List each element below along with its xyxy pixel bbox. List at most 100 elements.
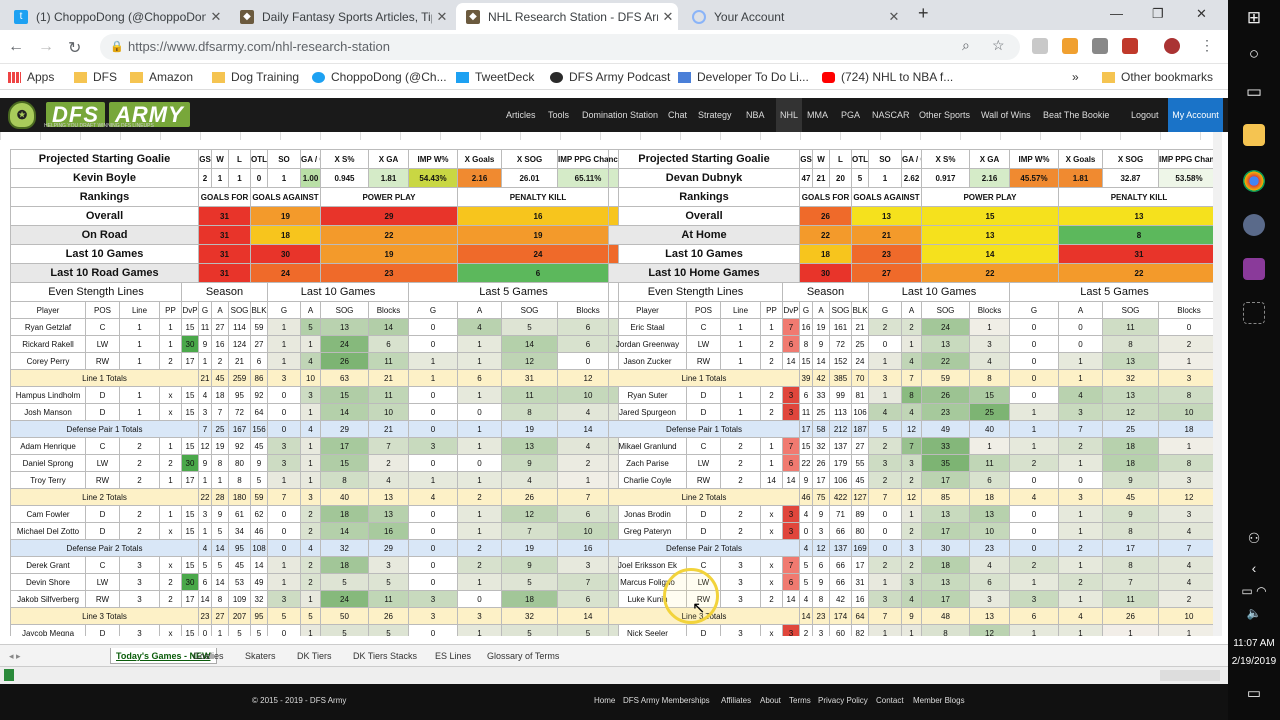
windows-start-icon[interactable]: ⊞ — [1228, 8, 1280, 28]
people-icon[interactable]: ⚇ — [1228, 530, 1280, 547]
volume-icon[interactable]: 🔈 — [1228, 606, 1280, 620]
player-stat: 18 — [1102, 454, 1159, 472]
file-explorer-icon[interactable] — [1243, 124, 1265, 146]
footer-link[interactable]: About — [760, 696, 781, 705]
clock-time[interactable]: 11:07 AM — [1228, 638, 1280, 649]
nav-9[interactable]: NASCAR — [872, 110, 910, 120]
player-stat: 2 — [1009, 556, 1059, 574]
bookmark-link[interactable]: (724) NHL to NBA f... — [822, 70, 953, 84]
footer-link[interactable]: Member Blogs — [913, 696, 965, 705]
nav-1[interactable]: Tools — [548, 110, 569, 120]
totals-stat: 1 — [1009, 420, 1059, 438]
task-view-icon[interactable]: ▭ — [1228, 82, 1280, 102]
bookmark-link[interactable]: DFS Army Podcast — [550, 70, 670, 84]
bookmark-other[interactable]: Other bookmarks — [1102, 70, 1213, 84]
window-close-button[interactable]: ✕ — [1196, 6, 1207, 22]
network-icon[interactable]: ▭ ◠ — [1228, 584, 1280, 598]
close-icon[interactable]: ✕ — [884, 9, 904, 25]
player-stat: 6 — [782, 335, 800, 353]
close-icon[interactable]: ✕ — [658, 9, 678, 25]
player-stat: 6 — [198, 573, 212, 591]
tab-your-account[interactable]: Your Account ✕ — [682, 3, 904, 30]
nav-7[interactable]: MMA — [807, 110, 828, 120]
extension-icon[interactable] — [1092, 38, 1108, 54]
close-icon[interactable]: ✕ — [432, 9, 452, 25]
address-bar[interactable]: 🔒 https://www.dfsarmy.com/nhl-research-s… — [100, 34, 1020, 60]
bookmark-star-icon[interactable]: ☆ — [992, 37, 1005, 54]
show-hidden-icons[interactable]: ‹ — [1228, 560, 1280, 576]
sheet-nav-icon[interactable]: ◂ ▸ — [4, 648, 26, 664]
player-stat: 1 — [300, 437, 321, 455]
scrollbar[interactable] — [1213, 132, 1222, 636]
rank-value: 13 — [851, 206, 922, 226]
nav-12[interactable]: Beat The Bookie — [1043, 110, 1109, 120]
bookmark-folder[interactable]: Amazon — [130, 70, 193, 84]
close-icon[interactable]: ✕ — [206, 9, 226, 25]
nav-2[interactable]: Domination Station — [582, 110, 658, 120]
bookmark-apps[interactable]: Apps — [8, 70, 54, 84]
bookmarks-overflow-icon[interactable]: » — [1072, 70, 1079, 84]
nav-5[interactable]: NBA — [746, 110, 765, 120]
snipping-icon[interactable] — [1243, 302, 1265, 324]
slack-icon[interactable] — [1243, 258, 1265, 280]
bookmark-folder[interactable]: Dog Training — [212, 70, 299, 84]
bookmark-link[interactable]: TweetDeck — [456, 70, 534, 84]
app-icon[interactable] — [1243, 214, 1265, 236]
nav-13[interactable]: Logout — [1131, 110, 1159, 120]
footer-link[interactable]: Contact — [876, 696, 904, 705]
bookmark-folder[interactable]: DFS — [74, 70, 117, 84]
player-stat: 4 — [1158, 522, 1220, 540]
footer-link[interactable]: Terms — [789, 696, 811, 705]
back-icon[interactable]: ← — [8, 38, 24, 56]
footer-link[interactable]: Affiliates — [721, 696, 751, 705]
extension-icon[interactable] — [1062, 38, 1078, 54]
view-controls[interactable] — [1160, 670, 1220, 681]
totals-stat: 4 — [300, 420, 321, 438]
nav-4[interactable]: Strategy — [698, 110, 732, 120]
sheet-tab[interactable]: Skaters — [240, 648, 281, 664]
sheet-tab[interactable]: ES Lines — [430, 648, 476, 664]
nav-0[interactable]: Articles — [506, 110, 536, 120]
goalie-col-header: IMP W% — [408, 149, 458, 169]
nav-3[interactable]: Chat — [668, 110, 687, 120]
bookmark-link[interactable]: Developer To Do Li... — [678, 70, 809, 84]
nav-8[interactable]: PGA — [841, 110, 860, 120]
nav-6[interactable]: NHL — [776, 98, 803, 132]
sheet-tab[interactable]: Glossary of Terms — [482, 648, 564, 664]
extension-icon[interactable] — [1122, 38, 1138, 54]
reload-icon[interactable]: ↻ — [68, 38, 81, 58]
sheet-tab[interactable]: Goalies — [188, 648, 229, 664]
nav-my-account[interactable]: My Account — [1168, 98, 1223, 132]
nav-11[interactable]: Wall of Wins — [981, 110, 1031, 120]
search-icon[interactable]: ○ — [1228, 44, 1280, 64]
bookmark-link[interactable]: ChoppoDong (@Ch... — [312, 70, 447, 84]
section-last10: Last 10 Games — [868, 282, 1010, 302]
player-stat: 4 — [1158, 556, 1220, 574]
profile-avatar[interactable] — [1164, 38, 1180, 54]
nav-10[interactable]: Other Sports — [919, 110, 970, 120]
totals-stat: 5 — [868, 420, 902, 438]
totals-stat: 27 — [211, 607, 229, 625]
footer-link[interactable]: DFS Army Memberships — [623, 696, 710, 705]
tab-twitter[interactable]: t (1) ChoppoDong (@ChoppoDong ✕ — [4, 3, 226, 30]
tab-nhl-research[interactable]: ◆ NHL Research Station - DFS Army ✕ — [456, 3, 678, 30]
player-stat: 1 — [1058, 590, 1103, 608]
sheet-tab[interactable]: DK Tiers — [292, 648, 337, 664]
menu-icon[interactable]: ⋮ — [1200, 37, 1214, 54]
forward-icon[interactable]: → — [38, 38, 54, 56]
chrome-icon[interactable] — [1243, 170, 1265, 192]
tab-articles[interactable]: ◆ Daily Fantasy Sports Articles, Tips ✕ — [230, 3, 452, 30]
sheet-tab[interactable]: DK Tiers Stacks — [348, 648, 422, 664]
totals-stat: 422 — [829, 488, 852, 506]
dfs-army-logo[interactable]: ✪ DFS ARMY HELPING YOU DRAFT WINNING DFS … — [8, 101, 190, 129]
new-tab-button[interactable]: + — [918, 3, 929, 24]
clock-date[interactable]: 2/19/2019 — [1228, 656, 1280, 667]
footer-link[interactable]: Privacy Policy — [818, 696, 868, 705]
minimize-button[interactable]: — — [1110, 6, 1123, 21]
footer-link[interactable]: Home — [594, 696, 615, 705]
notifications-icon[interactable]: ▭ — [1228, 684, 1280, 702]
zoom-icon[interactable]: ⌕ — [962, 37, 970, 54]
restore-button[interactable]: ❐ — [1152, 6, 1164, 22]
extension-icon[interactable] — [1032, 38, 1048, 54]
player-stat: 3 — [1009, 590, 1059, 608]
